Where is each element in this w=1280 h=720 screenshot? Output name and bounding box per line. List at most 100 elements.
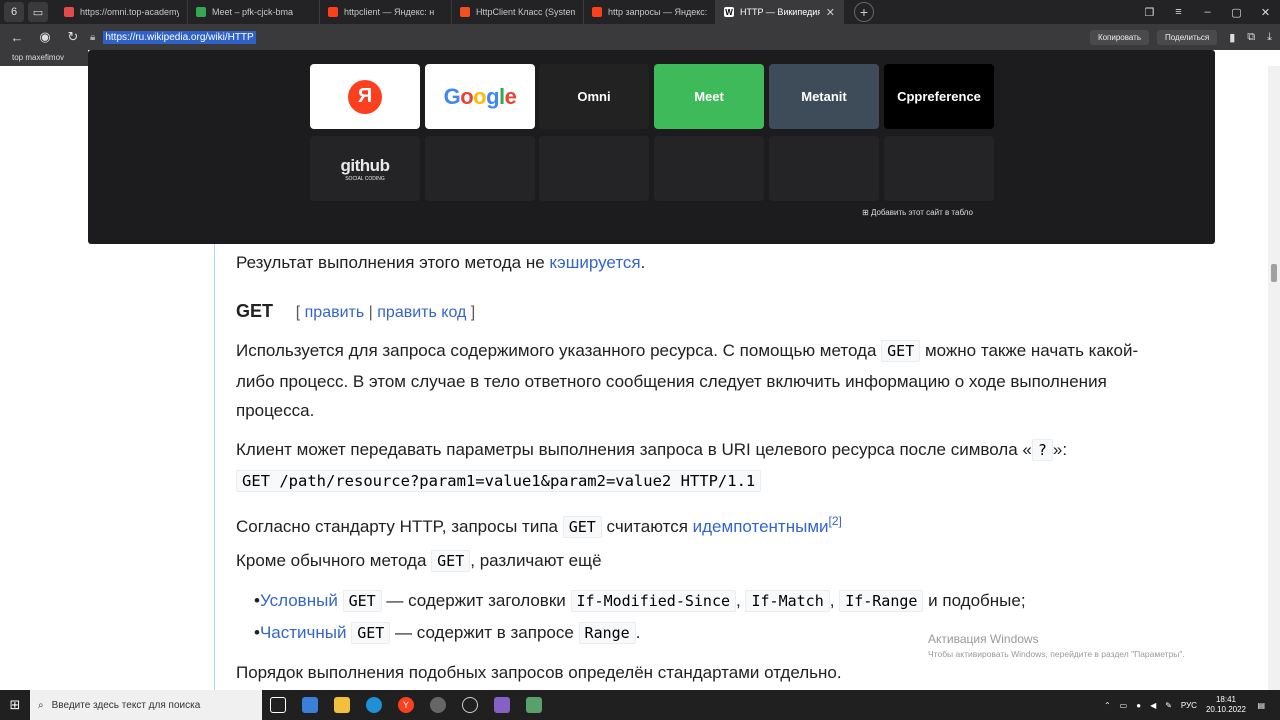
lock-icon: 🔒︎ <box>90 31 96 43</box>
system-tray: ⌃ ▭ ● ◀ ✎ РУС 18:41 20.10.2022 ▤ <box>1104 690 1280 720</box>
code-get: GET <box>431 550 471 572</box>
tab-wikipedia-http[interactable]: W HTTP — Википедия ✕ <box>716 0 844 24</box>
paragraph-get-line1: Используется для запроса содержимого ука… <box>236 340 1139 362</box>
copy-button[interactable]: Копировать <box>1089 29 1150 45</box>
tile-yandex[interactable]: Я <box>310 64 420 129</box>
maximize-icon[interactable]: ▢ <box>1222 6 1251 19</box>
tile-empty[interactable] <box>769 136 879 201</box>
tab-yandex-http[interactable]: http запросы — Яндекс: н <box>584 0 716 24</box>
tile-empty[interactable] <box>539 136 649 201</box>
paragraph-get-line3: процесса. <box>236 401 315 420</box>
tabs-menu-icon[interactable]: ▭ <box>28 2 48 22</box>
partial-get-link[interactable]: Частичный <box>260 623 347 642</box>
conditional-get-link[interactable]: Условный <box>260 591 338 610</box>
visual-studio-icon[interactable] <box>486 690 518 720</box>
pen-icon[interactable]: ✎ <box>1165 701 1172 710</box>
collections-icon[interactable]: ⧉ <box>1247 31 1255 44</box>
tile-empty[interactable] <box>884 136 994 201</box>
tab-omni[interactable]: https://omni.top-academy <box>56 0 188 24</box>
reference-link[interactable]: [2] <box>829 514 842 528</box>
download-icon[interactable]: ⤓ <box>1267 31 1272 44</box>
speed-dial-panel: Я Google Omni Meet Metanit Cppreference … <box>88 50 1215 244</box>
app-icon[interactable] <box>422 690 454 720</box>
tile-meet[interactable]: Meet <box>654 64 764 129</box>
search-icon: ⌕ <box>38 699 44 711</box>
code-get: GET <box>351 622 391 644</box>
tab-yandex-httpclient[interactable]: httpclient — Яндекс: н <box>320 0 452 24</box>
clock[interactable]: 18:41 20.10.2022 <box>1206 695 1246 715</box>
caching-link[interactable]: кэшируется <box>549 253 640 272</box>
app-icon[interactable] <box>518 690 550 720</box>
chevron-up-icon[interactable]: ⌃ <box>1104 701 1111 710</box>
tab-favicon-icon <box>328 7 338 17</box>
new-tab-button[interactable]: + <box>854 2 874 22</box>
plus-icon: ⊞ <box>862 208 871 217</box>
back-icon[interactable]: ← <box>6 26 28 48</box>
tile-omni[interactable]: Omni <box>539 64 649 129</box>
list-item: •Условный GET — содержит заголовки If-Mo… <box>254 590 1026 612</box>
tab-title: httpclient — Яндекс: н <box>344 7 435 17</box>
github-subtitle: SOCIAL CODING <box>345 175 385 182</box>
tab-bar: 6 ▭ https://omni.top-academy Meet – pfk-… <box>0 0 1280 24</box>
paragraph-order: Порядок выполнения подобных запросов опр… <box>236 663 842 682</box>
reload-icon[interactable]: ↻ <box>62 26 84 48</box>
tile-metanit[interactable]: Metanit <box>769 64 879 129</box>
minimize-icon[interactable]: – <box>1193 6 1222 18</box>
github-desktop-icon[interactable] <box>454 690 486 720</box>
windows-start-icon[interactable]: ⊞ <box>0 690 30 720</box>
close-tab-icon[interactable]: ✕ <box>826 6 835 19</box>
language-indicator[interactable]: РУС <box>1181 701 1197 710</box>
yandex-logo-icon: Я <box>348 79 382 114</box>
microphone-icon[interactable]: ● <box>1136 701 1141 710</box>
code-get: GET <box>342 590 382 612</box>
code-get: GET <box>562 516 602 538</box>
heading-get: GET <box>236 301 274 321</box>
code-if-range: If-Range <box>839 590 924 612</box>
edge-icon[interactable] <box>358 690 390 720</box>
bookmark-icon[interactable]: ▮ <box>1229 31 1235 44</box>
edit-link[interactable]: править <box>305 304 365 321</box>
menu-icon[interactable]: ≡ <box>1164 6 1193 18</box>
tab-favicon-icon <box>64 7 74 17</box>
protect-icon[interactable]: ◉ <box>34 26 56 48</box>
store-icon[interactable] <box>294 690 326 720</box>
tab-title: http запросы — Яндекс: н <box>608 7 707 17</box>
paragraph-params: Клиент может передавать параметры выполн… <box>236 439 1068 461</box>
tile-empty[interactable] <box>425 136 535 201</box>
volume-icon[interactable]: ◀ <box>1150 701 1156 710</box>
edit-code-link[interactable]: править код <box>377 304 466 321</box>
tab-title: HTTP — Википедия <box>740 7 820 17</box>
add-site-button[interactable]: ⊞ Добавить этот сайт в табло <box>862 208 973 217</box>
code-get: GET <box>881 340 921 362</box>
tile-google[interactable]: Google <box>425 64 535 129</box>
github-logo: github <box>340 155 390 175</box>
tile-empty[interactable] <box>654 136 764 201</box>
code-request-line: GET /path/resource?param1=value1&param2=… <box>236 470 762 492</box>
tab-collection-icon[interactable]: ❐ <box>1135 6 1164 19</box>
network-icon[interactable]: ▭ <box>1120 701 1128 710</box>
bookmark-item[interactable]: top maxefimov <box>0 50 88 66</box>
taskbar-search-input[interactable]: ⌕ Введите здесь текст для поиска <box>30 690 262 720</box>
tab-count-button[interactable]: 6 <box>4 2 24 22</box>
yandex-browser-icon[interactable]: Y <box>390 690 422 720</box>
edit-section: [ править | править код ] <box>295 304 476 321</box>
paragraph-idempotent: Согласно стандарту HTTP, запросы типа GE… <box>236 514 842 538</box>
notifications-icon[interactable]: ▤ <box>1257 701 1265 710</box>
clock-time: 18:41 <box>1215 695 1236 704</box>
idempotent-link[interactable]: идемпотентными <box>693 517 829 536</box>
share-button[interactable]: Поделиться <box>1157 29 1218 45</box>
tab-meet[interactable]: Meet – pfk-cjck-bma <box>188 0 320 24</box>
url-input[interactable]: https://ru.wikipedia.org/wiki/HTTP <box>103 30 256 44</box>
page-scrollbar[interactable] <box>1268 66 1280 690</box>
taskbar: ⊞ ⌕ Введите здесь текст для поиска Y ⌃ ▭… <box>0 690 1280 720</box>
tab-favicon-icon <box>592 7 602 17</box>
scroll-thumb[interactable] <box>1271 264 1277 282</box>
close-window-icon[interactable]: ✕ <box>1251 6 1280 19</box>
tile-github[interactable]: github SOCIAL CODING <box>310 136 420 201</box>
tile-cppreference[interactable]: Cppreference <box>884 64 994 129</box>
tab-title: Meet – pfk-cjck-bma <box>212 7 294 17</box>
tab-msdn-httpclient[interactable]: HttpClient Класс (System.N <box>452 0 584 24</box>
wikipedia-favicon-icon: W <box>724 7 734 17</box>
task-view-icon[interactable] <box>262 690 294 720</box>
file-explorer-icon[interactable] <box>326 690 358 720</box>
